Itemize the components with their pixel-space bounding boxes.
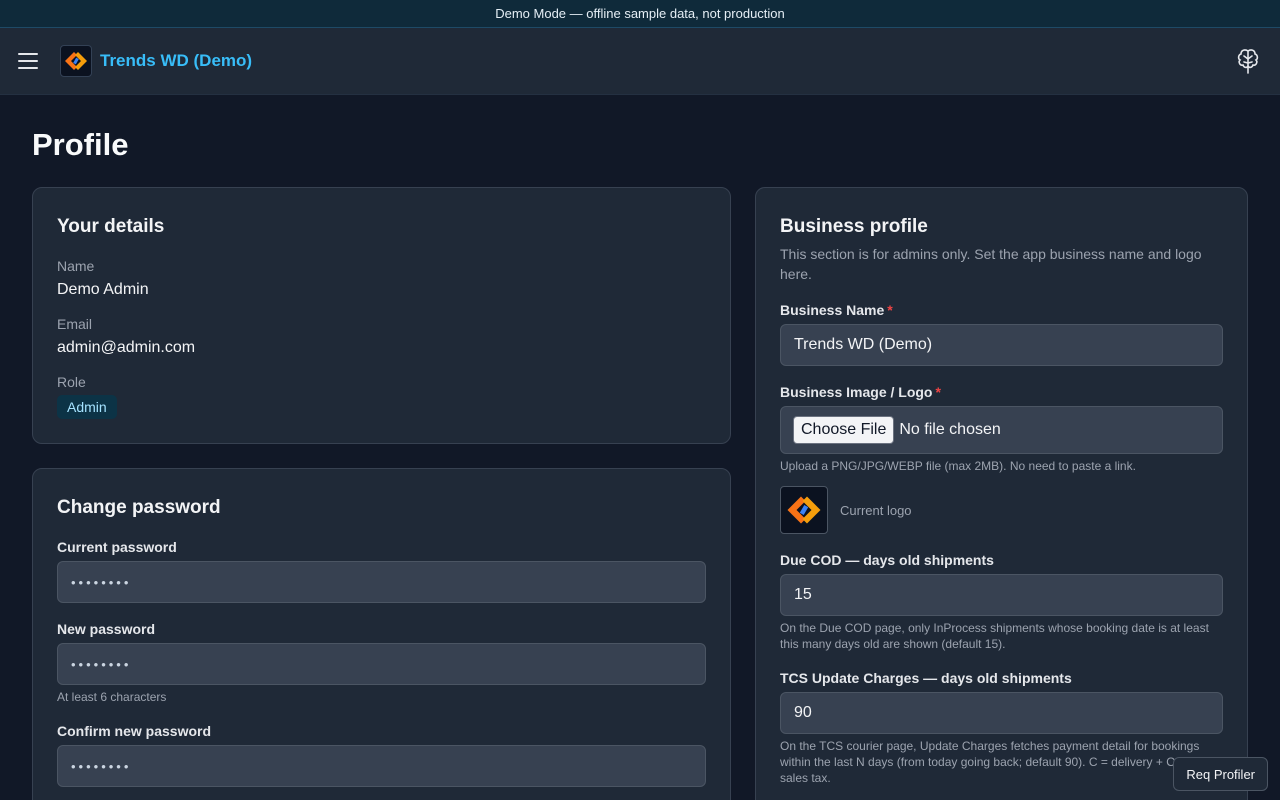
confirm-password-label: Confirm new password: [57, 723, 212, 739]
current-logo-label: Current logo: [840, 503, 912, 518]
brain-icon[interactable]: [1236, 47, 1260, 75]
file-status: No file chosen: [899, 421, 1001, 438]
due-cod-help: On the Due COD page, only InProcess ship…: [780, 621, 1209, 651]
role-badge: Admin: [57, 395, 117, 419]
business-name-input[interactable]: Trends WD (Demo): [780, 324, 1223, 366]
your-details-card: Your details Name Demo Admin Email admin…: [32, 187, 731, 444]
tcs-charges-label: TCS Update Charges — days old shipments: [780, 670, 1072, 686]
business-name-value: Trends WD (Demo): [794, 336, 933, 353]
change-password-card: Change password Current password •••••••…: [32, 468, 731, 800]
new-password-label: New password: [57, 621, 156, 637]
business-name-label: Business Name *: [780, 302, 893, 318]
hamburger-icon[interactable]: [18, 53, 38, 69]
email-label: Email: [57, 316, 93, 332]
tcs-charges-help: On the TCS courier page, Update Charges …: [780, 739, 1202, 785]
role-label: Role: [57, 374, 86, 390]
tcs-charges-input[interactable]: 90: [780, 692, 1223, 734]
business-logo-label: Business Image / Logo *: [780, 384, 941, 400]
new-password-value: ••••••••: [71, 656, 132, 672]
brand-logo[interactable]: [60, 45, 92, 77]
current-logo-image: [780, 486, 828, 534]
name-value: Demo Admin: [57, 281, 149, 298]
demo-mode-banner: Demo Mode — offline sample data, not pro…: [0, 0, 1280, 28]
new-password-help: At least 6 characters: [57, 690, 167, 704]
due-cod-value: 15: [794, 586, 812, 603]
upload-help: Upload a PNG/JPG/WEBP file (max 2MB). No…: [780, 459, 1136, 473]
banner-text: Demo Mode — offline sample data, not pro…: [495, 6, 785, 21]
email-value: admin@admin.com: [57, 339, 196, 356]
name-label: Name: [57, 258, 95, 274]
req-profiler-button[interactable]: Req Profiler: [1173, 757, 1268, 791]
business-profile-title: Business profile: [780, 216, 928, 237]
change-password-title: Change password: [57, 497, 221, 518]
current-password-value: ••••••••: [71, 574, 132, 590]
choose-file-button[interactable]: Choose File: [793, 416, 895, 444]
tcs-charges-value: 90: [794, 704, 812, 721]
current-password-label: Current password: [57, 539, 177, 555]
due-cod-input[interactable]: 15: [780, 574, 1223, 616]
page-title: Profile: [32, 127, 129, 162]
new-password-input[interactable]: ••••••••: [57, 643, 706, 685]
confirm-password-value: ••••••••: [71, 758, 132, 774]
due-cod-label: Due COD — days old shipments: [780, 552, 994, 568]
top-navigation-bar: Trends WD (Demo): [0, 28, 1280, 95]
business-profile-card: Business profile This section is for adm…: [755, 187, 1248, 800]
business-logo-file-input[interactable]: Choose File No file chosen: [780, 406, 1223, 454]
current-password-input[interactable]: ••••••••: [57, 561, 706, 603]
your-details-title: Your details: [57, 216, 165, 237]
required-marker: *: [935, 384, 941, 400]
required-marker: *: [887, 302, 893, 318]
business-profile-description: This section is for admins only. Set the…: [780, 246, 1202, 282]
confirm-password-input[interactable]: ••••••••: [57, 745, 706, 787]
brand-name[interactable]: Trends WD (Demo): [100, 51, 252, 71]
